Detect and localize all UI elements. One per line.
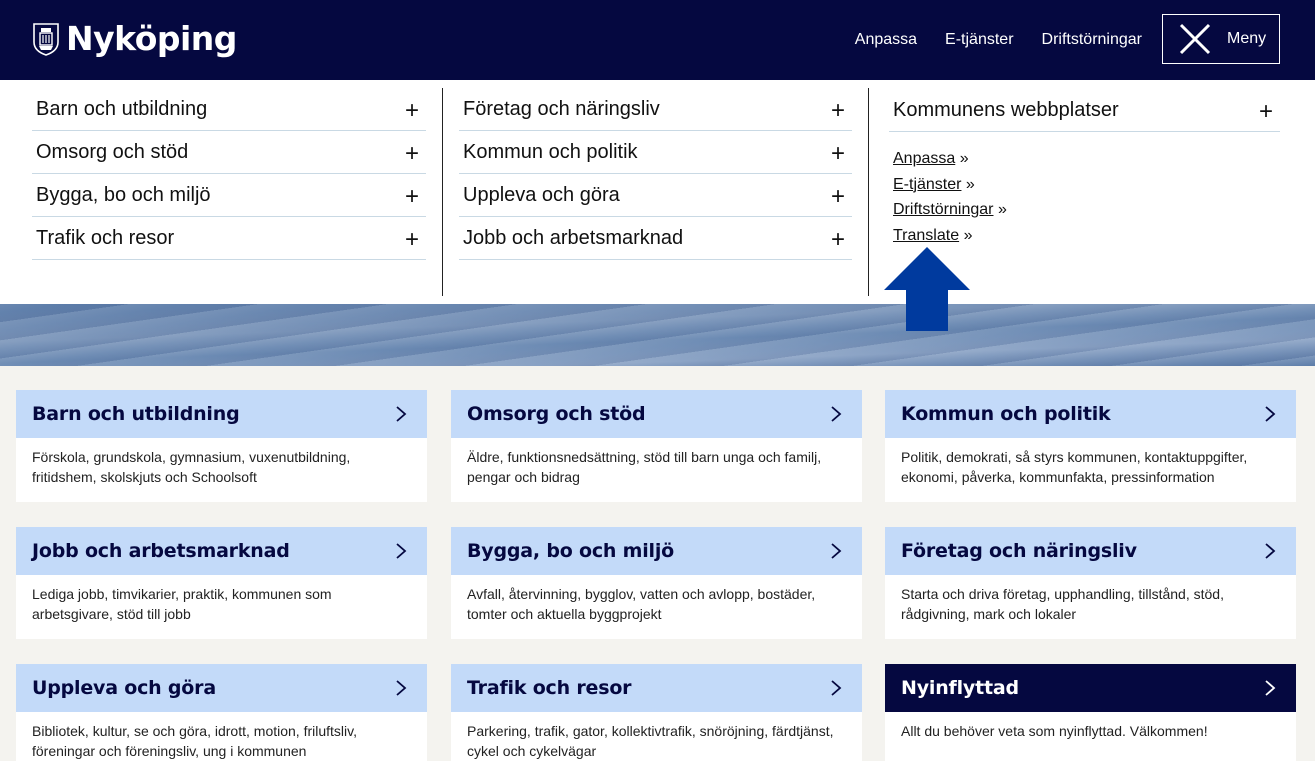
card-nyinflyttad[interactable]: Nyinflyttad Allt du behöver veta som nyi… — [885, 664, 1296, 761]
plus-icon[interactable]: + — [402, 142, 422, 166]
close-icon — [1179, 23, 1211, 55]
card-header: Nyinflyttad — [885, 664, 1296, 712]
card-barn-och-utbildning[interactable]: Barn och utbildning Förskola, grundskola… — [16, 390, 427, 502]
card-header: Omsorg och stöd — [451, 390, 862, 438]
menu-item-bygga-bo-och-miljo[interactable]: Bygga, bo och miljö + — [32, 174, 426, 217]
plus-icon[interactable]: + — [828, 99, 848, 123]
card-foretag-och-naringsliv[interactable]: Företag och näringsliv Starta och driva … — [885, 527, 1296, 639]
chevron-right-icon — [831, 543, 842, 559]
card-description: Avfall, återvinning, bygglov, vatten och… — [467, 586, 816, 622]
card-header: Jobb och arbetsmarknad — [16, 527, 427, 575]
menu-item-foretag-och-naringsliv[interactable]: Företag och näringsliv + — [459, 88, 852, 131]
card-omsorg-och-stod[interactable]: Omsorg och stöd Äldre, funktionsnedsättn… — [451, 390, 862, 502]
menu-label: Meny — [1227, 30, 1267, 47]
chevron-right-icon — [1265, 543, 1276, 559]
menu-item-kommunens-webbplatser[interactable]: Kommunens webbplatser + — [889, 88, 1280, 132]
quick-link-translate[interactable]: Translate » — [893, 223, 1280, 249]
card-description: Äldre, funktionsnedsättning, stöd till b… — [467, 449, 822, 485]
card-title: Jobb och arbetsmarknad — [32, 540, 290, 562]
card-kommun-och-politik[interactable]: Kommun och politik Politik, demokrati, s… — [885, 390, 1296, 502]
plus-icon[interactable]: + — [402, 228, 422, 252]
mega-menu-column-2: Företag och näringsliv + Kommun och poli… — [459, 88, 852, 260]
menu-item-label: Bygga, bo och miljö — [36, 184, 211, 206]
card-title: Omsorg och stöd — [467, 403, 646, 425]
card-header: Barn och utbildning — [16, 390, 427, 438]
card-title: Uppleva och göra — [32, 677, 216, 699]
quick-links: Anpassa » E-tjänster » Driftstörningar »… — [889, 146, 1280, 248]
card-jobb-och-arbetsmarknad[interactable]: Jobb och arbetsmarknad Lediga jobb, timv… — [16, 527, 427, 639]
menu-item-trafik-och-resor[interactable]: Trafik och resor + — [32, 217, 426, 260]
chevron-right-icon — [831, 680, 842, 696]
plus-icon[interactable]: + — [1256, 100, 1276, 124]
menu-button[interactable]: Meny — [1162, 14, 1280, 64]
top-link-driftstorningar[interactable]: Driftstörningar — [1042, 31, 1142, 49]
chevron-right-icon — [396, 680, 407, 696]
menu-item-label: Trafik och resor — [36, 227, 175, 249]
plus-icon[interactable]: + — [402, 99, 422, 123]
column-divider — [868, 88, 869, 296]
menu-item-label: Företag och näringsliv — [463, 98, 660, 120]
quick-link-e-tjanster[interactable]: E-tjänster » — [893, 172, 1280, 198]
card-description: Förskola, grundskola, gymnasium, vuxenut… — [32, 449, 351, 485]
arrow-up-icon — [884, 247, 970, 331]
menu-item-uppleva-och-gora[interactable]: Uppleva och göra + — [459, 174, 852, 217]
card-uppleva-och-gora[interactable]: Uppleva och göra Bibliotek, kultur, se o… — [16, 664, 427, 761]
card-title: Barn och utbildning — [32, 403, 240, 425]
chevron-right-icon — [396, 543, 407, 559]
menu-item-omsorg-och-stod[interactable]: Omsorg och stöd + — [32, 131, 426, 174]
card-description: Bibliotek, kultur, se och göra, idrott, … — [32, 723, 357, 759]
menu-item-label: Kommunens webbplatser — [893, 99, 1119, 121]
menu-item-label: Omsorg och stöd — [36, 141, 189, 163]
chevron-right-icon — [1265, 680, 1276, 696]
card-title: Nyinflyttad — [901, 677, 1019, 699]
card-title: Företag och näringsliv — [901, 540, 1137, 562]
card-description: Parkering, trafik, gator, kollektivtrafi… — [467, 723, 834, 759]
hero-image — [0, 304, 1315, 366]
card-header: Kommun och politik — [885, 390, 1296, 438]
card-title: Bygga, bo och miljö — [467, 540, 675, 562]
menu-item-label: Barn och utbildning — [36, 98, 208, 120]
card-title: Trafik och resor — [467, 677, 632, 699]
card-description: Politik, demokrati, så styrs kommunen, k… — [901, 449, 1248, 485]
menu-item-label: Kommun och politik — [463, 141, 638, 163]
quick-link-driftstorningar[interactable]: Driftstörningar » — [893, 197, 1280, 223]
site-header: Nyköping Anpassa E-tjänster Driftstörnin… — [0, 0, 1315, 80]
menu-item-barn-och-utbildning[interactable]: Barn och utbildning + — [32, 88, 426, 131]
menu-item-label: Uppleva och göra — [463, 184, 620, 206]
top-link-e-tjanster[interactable]: E-tjänster — [945, 31, 1013, 49]
card-bygga-bo-och-miljo[interactable]: Bygga, bo och miljö Avfall, återvinning,… — [451, 527, 862, 639]
chevron-right-icon — [831, 406, 842, 422]
crest-icon — [33, 23, 59, 56]
top-link-anpassa[interactable]: Anpassa — [855, 31, 917, 49]
card-header: Trafik och resor — [451, 664, 862, 712]
menu-item-jobb-och-arbetsmarknad[interactable]: Jobb och arbetsmarknad + — [459, 217, 852, 260]
card-description: Allt du behöver veta som nyinflyttad. Vä… — [901, 723, 1208, 739]
logo-text: Nyköping — [66, 19, 237, 58]
card-header: Bygga, bo och miljö — [451, 527, 862, 575]
plus-icon[interactable]: + — [828, 228, 848, 252]
card-header: Uppleva och göra — [16, 664, 427, 712]
top-nav: Anpassa E-tjänster Driftstörningar — [855, 0, 1142, 80]
card-description: Starta och driva företag, upphandling, t… — [901, 586, 1224, 622]
plus-icon[interactable]: + — [828, 142, 848, 166]
plus-icon[interactable]: + — [402, 185, 422, 209]
card-trafik-och-resor[interactable]: Trafik och resor Parkering, trafik, gato… — [451, 664, 862, 761]
column-divider — [442, 88, 443, 296]
card-header: Företag och näringsliv — [885, 527, 1296, 575]
plus-icon[interactable]: + — [828, 185, 848, 209]
chevron-right-icon — [396, 406, 407, 422]
menu-item-label: Jobb och arbetsmarknad — [463, 227, 684, 249]
site-logo[interactable]: Nyköping — [32, 19, 237, 59]
chevron-right-icon — [1265, 406, 1276, 422]
mega-menu: Barn och utbildning + Omsorg och stöd + … — [0, 80, 1315, 304]
card-description: Lediga jobb, timvikarier, praktik, kommu… — [32, 586, 332, 622]
mega-menu-column-3: Kommunens webbplatser + Anpassa » E-tjän… — [889, 88, 1280, 248]
menu-item-kommun-och-politik[interactable]: Kommun och politik + — [459, 131, 852, 174]
card-title: Kommun och politik — [901, 403, 1111, 425]
quick-link-anpassa[interactable]: Anpassa » — [893, 146, 1280, 172]
mega-menu-column-1: Barn och utbildning + Omsorg och stöd + … — [32, 88, 426, 260]
